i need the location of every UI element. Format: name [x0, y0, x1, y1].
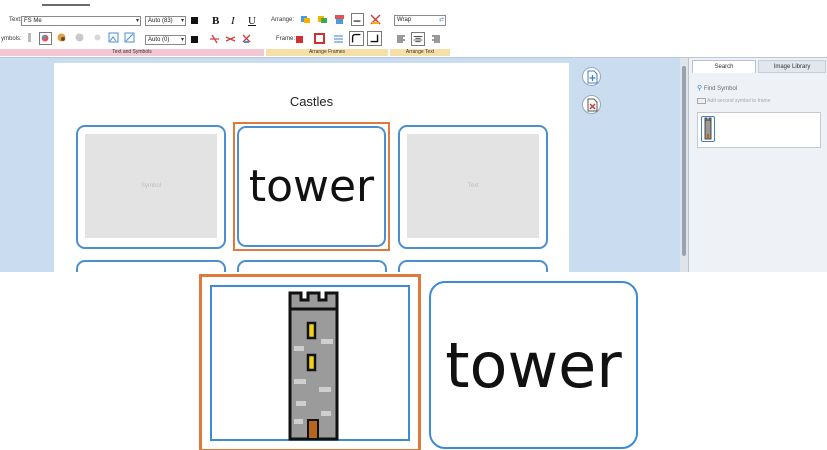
add-page-icon	[587, 70, 597, 83]
text-color-swatch[interactable]	[191, 17, 198, 24]
no-symbol-icon[interactable]	[209, 33, 220, 44]
frame-thickness-icon[interactable]	[333, 33, 344, 44]
delete-frame-icon[interactable]	[370, 14, 381, 25]
frame-label: Frame:	[276, 36, 296, 42]
chevron-down-icon: ▾	[180, 18, 184, 24]
arrange-label: Arrange:	[271, 17, 295, 23]
frame-border-icon[interactable]	[314, 33, 325, 44]
frame-shadow-icon[interactable]	[367, 31, 382, 46]
frame-fill-swatch[interactable]	[296, 36, 303, 43]
symbol-hair-icon[interactable]	[92, 32, 103, 43]
screenshot-composite: Text: FS Me ▾ Auto (83) ▾ B I U ymbols:	[0, 0, 827, 450]
align-right-icon[interactable]	[430, 34, 441, 45]
italic-button[interactable]: I	[231, 15, 235, 27]
symbol-search-panel: Search Image Library ⚲ Find Symbol Add s…	[688, 58, 827, 272]
zoom-frame-word: tower	[445, 328, 622, 402]
underline-button[interactable]: U	[248, 15, 256, 27]
chevron-down-icon: ▾	[180, 37, 184, 43]
bring-to-front-icon[interactable]	[334, 14, 345, 25]
symbols-row-label: ymbols:	[1, 36, 22, 42]
add-second-symbol-label: Add second symbol to frame	[707, 98, 771, 104]
ribbon-toolbar: Text: FS Me ▾ Auto (83) ▾ B I U ymbols:	[0, 0, 827, 58]
align-center-icon[interactable]	[411, 32, 425, 46]
wrap-value: Wrap	[397, 17, 412, 23]
ribbon-tab-indicator	[42, 4, 90, 6]
dual-symbol-icon	[697, 97, 706, 104]
text-row-label: Text:	[9, 17, 22, 23]
bold-button[interactable]: B	[212, 15, 219, 27]
font-select[interactable]: FS Me ▾	[21, 16, 141, 26]
text-placeholder: Text	[407, 134, 539, 238]
find-symbol-search[interactable]: ⚲ Find Symbol	[697, 83, 817, 94]
send-backward-icon[interactable]	[317, 14, 328, 25]
symbol-color-icon[interactable]	[56, 32, 67, 43]
tab-search[interactable]: Search	[692, 60, 756, 73]
font-select-value: FS Me	[24, 18, 42, 24]
symbol-edit-icon[interactable]	[124, 32, 135, 43]
group-text-and-symbols: Text and Symbols	[0, 49, 264, 56]
symbol-color-swatch[interactable]	[191, 36, 198, 43]
frame-corner-icon[interactable]	[349, 31, 364, 46]
symbol-picture-icon[interactable]	[108, 32, 119, 43]
symbol-skin-icon[interactable]	[74, 32, 85, 43]
wrap-icon: ⇄	[438, 17, 444, 23]
zoom-symbol-frame-inner	[210, 285, 410, 441]
delete-page-icon	[587, 98, 597, 111]
text-frame[interactable]: Text	[398, 125, 548, 249]
tab-image-library[interactable]: Image Library	[758, 60, 826, 73]
delete-page-button[interactable]	[582, 95, 601, 114]
symbol-slot-icon[interactable]	[24, 32, 35, 43]
align-left-icon[interactable]	[396, 34, 407, 45]
search-input[interactable]: Find Symbol	[704, 86, 737, 92]
frame-word: tower	[248, 161, 375, 212]
zoom-text-frame[interactable]: tower	[429, 281, 638, 449]
symbol-remove-icon[interactable]	[241, 33, 252, 44]
bring-forward-icon[interactable]	[300, 14, 311, 25]
frame-row2-1[interactable]	[76, 260, 226, 272]
zoom-symbol-frame[interactable]	[199, 274, 421, 450]
tower-result-thumbnail[interactable]	[701, 116, 715, 142]
scrollbar-thumb[interactable]	[682, 66, 686, 256]
align-middle-icon[interactable]	[351, 13, 364, 26]
selected-frame-outline[interactable]: tower	[233, 122, 390, 251]
tower-thumbnail-icon	[704, 117, 712, 140]
add-page-button[interactable]	[582, 67, 601, 86]
symbol-frame[interactable]: Symbol	[76, 125, 226, 249]
symbol-size-select[interactable]: Auto (0) ▾	[145, 35, 186, 45]
symbol-swap-icon[interactable]	[225, 33, 236, 44]
editor-window: Text: FS Me ▾ Auto (83) ▾ B I U ymbols:	[0, 0, 827, 272]
chevron-down-icon: ▾	[135, 18, 139, 24]
wrap-select[interactable]: Wrap ⇄	[394, 15, 446, 26]
symbol-placeholder: Symbol	[85, 134, 217, 238]
text-frame-tower[interactable]: tower	[237, 126, 386, 247]
frame-row2-2[interactable]	[237, 260, 387, 272]
text-size-value: Auto (83)	[148, 18, 173, 24]
page-title[interactable]: Castles	[54, 94, 569, 109]
group-arrange-frames: Arrange Frames	[266, 49, 388, 56]
frame-row2-3[interactable]	[398, 260, 548, 272]
search-results	[697, 112, 821, 148]
document-scrollbar[interactable]	[680, 58, 688, 272]
add-second-symbol-row[interactable]: Add second symbol to frame	[697, 97, 822, 106]
text-size-select[interactable]: Auto (83) ▾	[145, 16, 186, 26]
search-icon: ⚲	[697, 85, 703, 92]
symbol-size-value: Auto (0)	[148, 37, 170, 43]
group-arrange-text: Arrange Text	[390, 49, 450, 56]
document-page: Castles Symbol tower Text	[54, 63, 569, 272]
tower-symbol-icon	[288, 291, 339, 441]
symbol-toggle-icon[interactable]	[39, 32, 52, 45]
